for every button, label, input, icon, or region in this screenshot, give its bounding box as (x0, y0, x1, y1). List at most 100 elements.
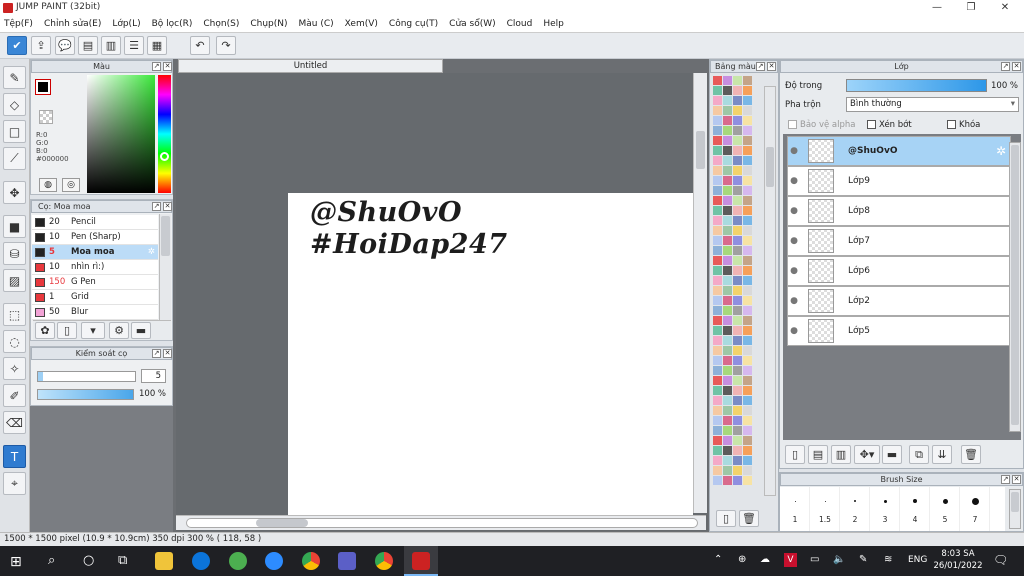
tray-v-icon[interactable]: V (784, 553, 797, 567)
speech-bubble-icon[interactable]: 💬 (55, 36, 75, 55)
layer-row[interactable]: ● Lớp2 (787, 286, 1011, 316)
palette-swatch[interactable] (723, 276, 732, 285)
palette-swatch[interactable] (733, 336, 742, 345)
app-green-icon[interactable] (229, 552, 247, 570)
menu-window[interactable]: Cửa sổ(W) (449, 19, 495, 29)
palette-swatch[interactable] (743, 406, 752, 415)
zoom-icon[interactable] (265, 552, 283, 570)
palette-swatch[interactable] (743, 156, 752, 165)
float-icon[interactable]: ↗ (1001, 62, 1010, 71)
tray-network-icon[interactable]: ▭ (810, 554, 819, 565)
palette-swatch[interactable] (723, 286, 732, 295)
palette-swatch[interactable] (733, 476, 742, 485)
palette-swatch[interactable] (713, 376, 722, 385)
delete-layer-icon[interactable]: 🗑 (961, 445, 981, 464)
palette-swatch[interactable] (733, 126, 742, 135)
palette-swatch[interactable] (723, 116, 732, 125)
palette-swatch[interactable] (713, 346, 722, 355)
palette-swatch[interactable] (723, 156, 732, 165)
palette-swatch[interactable] (713, 126, 722, 135)
wifi-icon[interactable]: ≋ (884, 554, 892, 565)
palette-swatch[interactable] (743, 186, 752, 195)
menu-filter[interactable]: Bộ lọc(R) (152, 19, 193, 29)
duplicate-layer-icon[interactable]: ⧉ (909, 445, 929, 464)
close-icon[interactable]: ✕ (988, 0, 1022, 16)
palette-swatch[interactable] (743, 426, 752, 435)
canvas-horizontal-scrollbar[interactable] (176, 515, 706, 530)
document-tab[interactable]: Untitled (178, 59, 443, 73)
palette-swatch[interactable] (743, 286, 752, 295)
palette-swatch[interactable] (713, 86, 722, 95)
palette-swatch[interactable] (713, 476, 722, 485)
teams-icon[interactable] (338, 552, 356, 570)
palette-swatch[interactable] (743, 436, 752, 445)
menu-cloud[interactable]: Cloud (507, 19, 533, 29)
lock-checkbox[interactable]: Khóa (947, 120, 980, 130)
palette-swatch[interactable] (713, 276, 722, 285)
menu-help[interactable]: Help (543, 19, 564, 29)
palette-swatch[interactable] (733, 326, 742, 335)
palette-swatch[interactable] (713, 156, 722, 165)
hue-slider[interactable] (158, 75, 171, 193)
palette-swatch[interactable] (743, 236, 752, 245)
palette-swatch[interactable] (723, 326, 732, 335)
palette-swatch[interactable] (723, 176, 732, 185)
text-bubble-icon[interactable]: ▤ (78, 36, 98, 55)
palette-swatch[interactable] (743, 346, 752, 355)
palette-swatch[interactable] (733, 136, 742, 145)
palette-swatch[interactable] (723, 246, 732, 255)
palette-swatch[interactable] (733, 466, 742, 475)
search-icon[interactable]: ⌕ (48, 553, 55, 568)
palette-swatch[interactable] (733, 196, 742, 205)
palette-swatch[interactable] (743, 476, 752, 485)
cortana-icon[interactable]: ○ (83, 553, 94, 568)
maximize-icon[interactable]: ❐ (954, 0, 988, 16)
lasso-select-icon[interactable]: ◌ (3, 330, 26, 353)
menu-file[interactable]: Tệp(F) (4, 19, 33, 29)
palette-swatch[interactable] (723, 426, 732, 435)
new-layer-icon[interactable]: ▯ (785, 445, 805, 464)
palette-swatch[interactable] (743, 246, 752, 255)
palette-swatch[interactable] (743, 106, 752, 115)
snap-icon[interactable]: ✔ (7, 36, 27, 55)
palette-swatch[interactable] (713, 306, 722, 315)
palette-swatch[interactable] (723, 466, 732, 475)
palette-swatch[interactable] (733, 416, 742, 425)
protect-alpha-checkbox[interactable]: Bảo vệ alpha (788, 120, 855, 130)
palette-swatch[interactable] (733, 186, 742, 195)
palette-swatch[interactable] (723, 126, 732, 135)
palette-swatch[interactable] (743, 376, 752, 385)
palette-swatch[interactable] (723, 216, 732, 225)
page-icon[interactable]: ▥ (101, 36, 121, 55)
brush-size-option[interactable]: 1.5 (810, 487, 840, 531)
palette-swatch[interactable] (713, 416, 722, 425)
move-tool-icon[interactable]: ✥ (3, 181, 26, 204)
palette-swatch[interactable] (723, 446, 732, 455)
palette-swatch[interactable] (723, 476, 732, 485)
palette-swatch[interactable] (733, 306, 742, 315)
menu-view[interactable]: Xem(V) (345, 19, 378, 29)
palette-swatch[interactable] (713, 316, 722, 325)
menu-edit[interactable]: Chỉnh sửa(E) (44, 19, 101, 29)
palette-swatch[interactable] (713, 396, 722, 405)
palette-swatch[interactable] (723, 456, 732, 465)
brush-size-value[interactable]: 5 (141, 369, 166, 383)
panel-close-icon[interactable]: ✕ (767, 62, 776, 71)
task-view-icon[interactable]: ⧉ (118, 553, 127, 568)
transparent-swatch[interactable] (39, 110, 53, 124)
palette-swatch[interactable] (743, 396, 752, 405)
brush-list-item[interactable]: 5 Moa moa ✲ (32, 245, 158, 260)
layer-visibility-icon[interactable]: ● (788, 176, 800, 186)
palette-swatch[interactable] (713, 96, 722, 105)
palette-swatch[interactable] (733, 246, 742, 255)
panel-close-icon[interactable]: ✕ (163, 349, 172, 358)
palette-swatch[interactable] (723, 346, 732, 355)
palette-swatch[interactable] (723, 306, 732, 315)
palette-swatch[interactable] (743, 266, 752, 275)
palette-swatch[interactable] (743, 146, 752, 155)
palette-swatch[interactable] (733, 436, 742, 445)
new-8bit-layer-icon[interactable]: ▥ (831, 445, 851, 464)
undo-icon[interactable]: ↶ (190, 36, 210, 55)
palette-swatch[interactable] (733, 376, 742, 385)
new-brush-icon[interactable]: ▯ (57, 322, 77, 339)
